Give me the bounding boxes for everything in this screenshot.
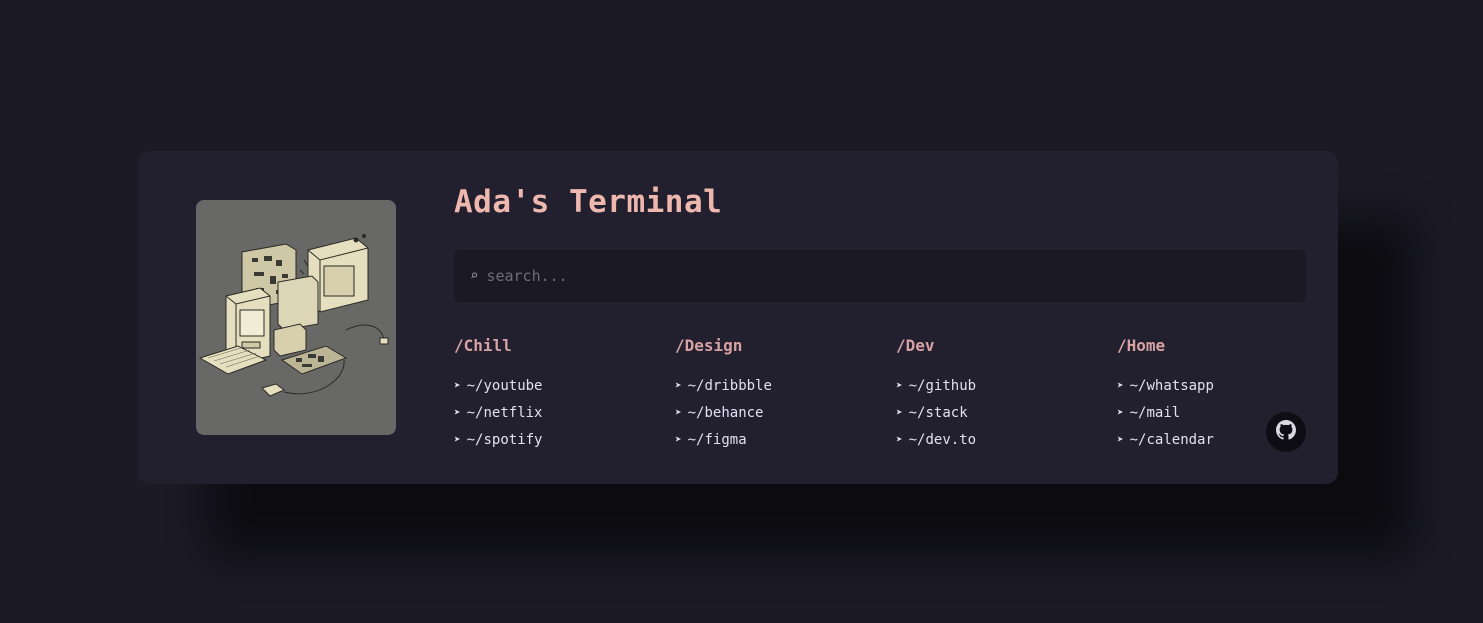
- link-group-heading: /Chill: [454, 336, 512, 355]
- link-label: ~/dribbble: [687, 377, 772, 394]
- link-label: ~/stack: [908, 404, 968, 421]
- search-icon: ⌕: [470, 268, 479, 284]
- link-netflix[interactable]: ➤ ~/netflix: [454, 399, 654, 426]
- exploded-computer-illustration: [196, 200, 396, 435]
- arrow-icon: ➤: [454, 406, 461, 419]
- github-icon: [1276, 420, 1296, 444]
- link-dribbble[interactable]: ➤ ~/dribbble: [675, 372, 875, 399]
- link-group-dev: /Dev ➤ ~/github ➤ ~/stack ➤ ~/dev.to: [896, 336, 1096, 453]
- link-dev-to[interactable]: ➤ ~/dev.to: [896, 426, 1096, 453]
- start-card: Ada's Terminal ⌕ /Chill ➤ ~/youtube ➤ ~/ne…: [138, 151, 1338, 484]
- link-group-heading: /Home: [1117, 336, 1166, 355]
- link-spotify[interactable]: ➤ ~/spotify: [454, 426, 654, 453]
- arrow-icon: ➤: [675, 379, 682, 392]
- page-title: Ada's Terminal: [454, 184, 723, 220]
- arrow-icon: ➤: [454, 433, 461, 446]
- arrow-icon: ➤: [1117, 379, 1124, 392]
- link-stack[interactable]: ➤ ~/stack: [896, 399, 1096, 426]
- arrow-icon: ➤: [1117, 406, 1124, 419]
- link-label: ~/mail: [1129, 404, 1181, 421]
- link-group-heading: /Design: [675, 336, 743, 355]
- link-label: ~/youtube: [466, 377, 543, 394]
- link-label: ~/netflix: [466, 404, 543, 421]
- link-label: ~/whatsapp: [1129, 377, 1214, 394]
- link-youtube[interactable]: ➤ ~/youtube: [454, 372, 654, 399]
- search-bar[interactable]: ⌕: [454, 250, 1306, 302]
- arrow-icon: ➤: [1117, 433, 1124, 446]
- link-label: ~/behance: [687, 404, 764, 421]
- arrow-icon: ➤: [675, 433, 682, 446]
- link-label: ~/figma: [687, 431, 747, 448]
- github-button[interactable]: [1266, 412, 1306, 452]
- link-whatsapp[interactable]: ➤ ~/whatsapp: [1117, 372, 1317, 399]
- link-label: ~/spotify: [466, 431, 543, 448]
- link-group-chill: /Chill ➤ ~/youtube ➤ ~/netflix ➤ ~/spotify: [454, 336, 654, 453]
- search-input[interactable]: [484, 266, 1269, 286]
- link-label: ~/github: [908, 377, 977, 394]
- arrow-icon: ➤: [675, 406, 682, 419]
- link-group-design: /Design ➤ ~/dribbble ➤ ~/behance ➤ ~/figma: [675, 336, 875, 453]
- link-behance[interactable]: ➤ ~/behance: [675, 399, 875, 426]
- arrow-icon: ➤: [896, 406, 903, 419]
- arrow-icon: ➤: [454, 379, 461, 392]
- arrow-icon: ➤: [896, 379, 903, 392]
- link-label: ~/dev.to: [908, 431, 977, 448]
- arrow-icon: ➤: [896, 433, 903, 446]
- link-group-heading: /Dev: [896, 336, 935, 355]
- link-figma[interactable]: ➤ ~/figma: [675, 426, 875, 453]
- link-github[interactable]: ➤ ~/github: [896, 372, 1096, 399]
- link-label: ~/calendar: [1129, 431, 1214, 448]
